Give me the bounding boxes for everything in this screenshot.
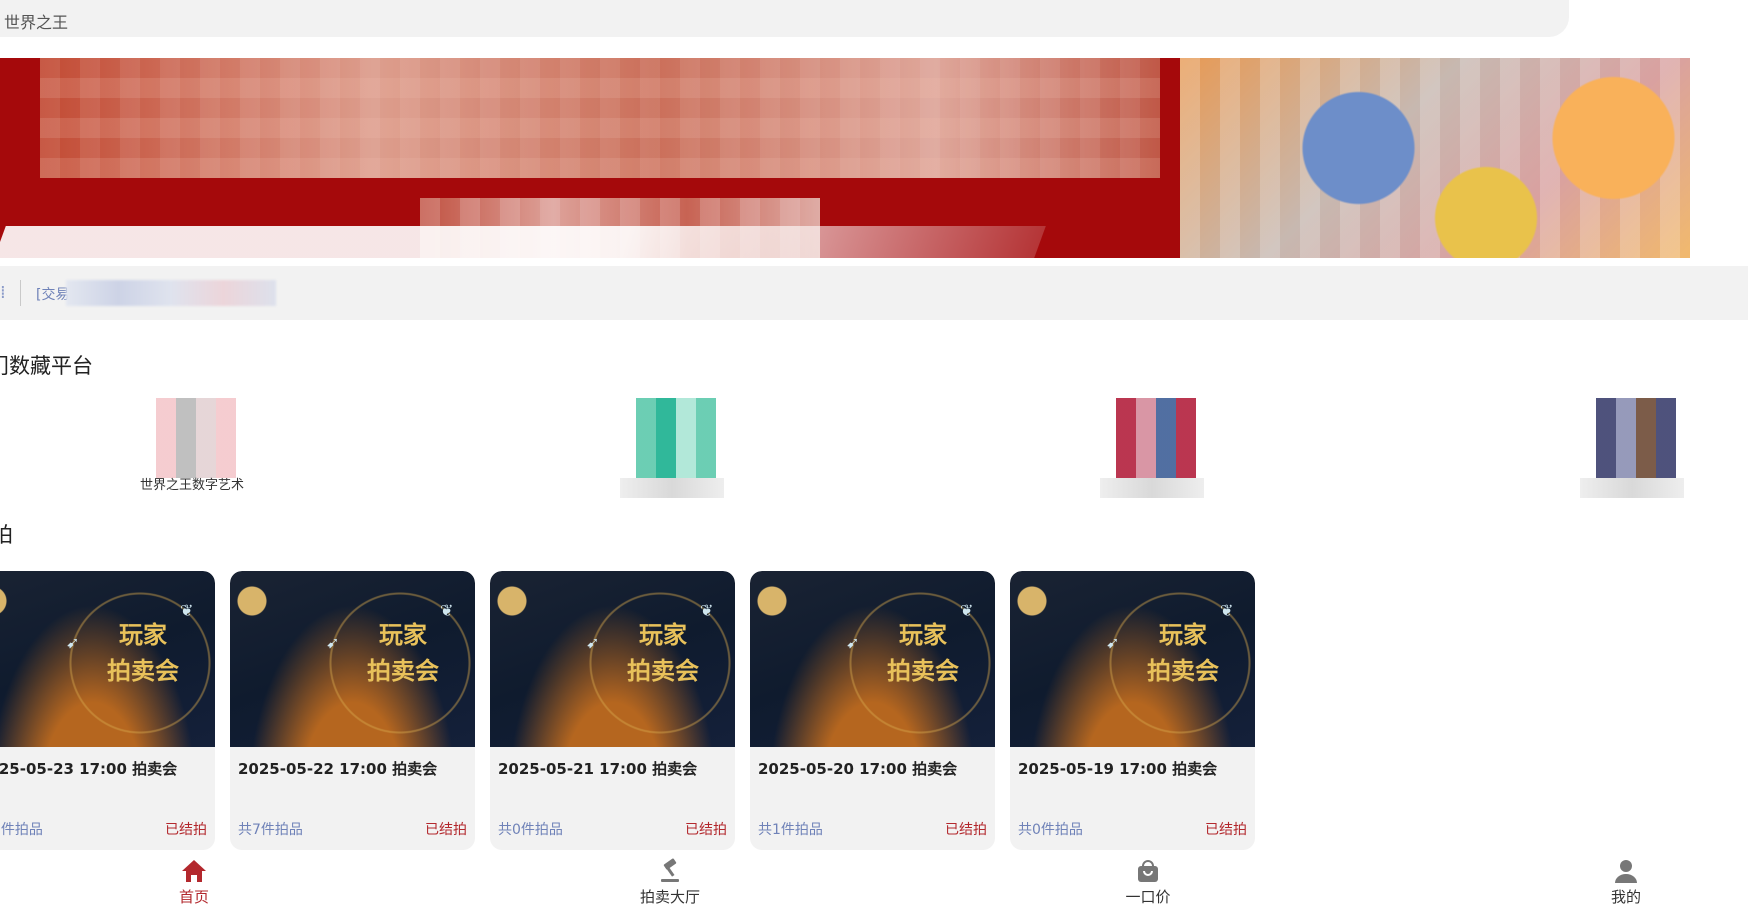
gavel-icon bbox=[656, 858, 684, 884]
poster-title: 玩家 拍卖会 bbox=[88, 617, 198, 689]
platform-name-redacted bbox=[1100, 478, 1204, 498]
auction-card[interactable]: ➹❦玩家拍卖会2025-05-23 17:00 拍卖会共0件拍品已结拍 bbox=[0, 571, 215, 850]
notice-redacted-text bbox=[66, 280, 276, 306]
auction-date: 2025-05-23 17:00 拍卖会 bbox=[0, 760, 178, 778]
auction-date: 2025-05-21 17:00 拍卖会 bbox=[498, 760, 698, 778]
nav-item-1[interactable]: 首页 bbox=[154, 858, 234, 907]
poster-title-line2: 拍卖会 bbox=[107, 656, 179, 685]
notice-bar[interactable]: ⁞ [交易 bbox=[0, 266, 1748, 320]
auction-date: 2025-05-20 17:00 拍卖会 bbox=[758, 760, 958, 778]
auction-item-count: 共0件拍品 bbox=[1018, 822, 1083, 838]
promo-banner[interactable] bbox=[0, 58, 1690, 258]
platform-name-redacted bbox=[1580, 478, 1684, 498]
nav-label: 首页 bbox=[178, 888, 209, 906]
poster-title-line2: 拍卖会 bbox=[887, 656, 959, 685]
auction-card[interactable]: ➹ ❦ 玩家 拍卖会 2025-05-21 17:00 拍卖会 共0件拍品 已结拍 bbox=[490, 571, 735, 850]
auctions-section-title: 拍 bbox=[0, 523, 13, 547]
user-icon bbox=[1612, 858, 1640, 884]
auction-item-count: 共7件拍品 bbox=[238, 822, 303, 838]
platform-item[interactable] bbox=[620, 398, 724, 502]
announcement-icon: ⁞ bbox=[0, 282, 6, 303]
auction-card[interactable]: ➹ ❦ 玩家 拍卖会 2025-05-20 17:00 拍卖会 共1件拍品 已结拍 bbox=[750, 571, 995, 850]
bird-decoration-icon: ➹ bbox=[586, 633, 600, 652]
nav-item-2[interactable]: 拍卖大厅 bbox=[630, 858, 710, 907]
poster-title-line2: 拍卖会 bbox=[367, 656, 439, 685]
platform-logo bbox=[636, 398, 716, 478]
poster-title-line1: 玩家 bbox=[639, 620, 687, 649]
auction-item-count: 共1件拍品 bbox=[758, 822, 823, 838]
auction-card[interactable]: ➹ ❦ 玩家 拍卖会 2025-05-19 17:00 拍卖会 共0件拍品 已结拍 bbox=[1010, 571, 1255, 850]
platform-item[interactable] bbox=[1100, 398, 1204, 502]
shopping-bag-icon bbox=[1134, 858, 1162, 884]
notice-text: [交易 bbox=[36, 287, 70, 303]
auction-status-badge: 已结拍 bbox=[685, 822, 727, 838]
bird-decoration-icon: ➹ bbox=[1106, 633, 1120, 652]
poster-title-line2: 拍卖会 bbox=[627, 656, 699, 685]
auction-date: 2025-05-22 17:00 拍卖会 bbox=[238, 760, 438, 778]
poster-title: 玩家 拍卖会 bbox=[608, 617, 718, 689]
banner-title-graphic bbox=[40, 58, 1160, 178]
poster-title-line1: 玩家 bbox=[899, 620, 947, 649]
search-bar[interactable]: 世界之王 bbox=[0, 0, 1569, 37]
auction-status-badge: 已结拍 bbox=[425, 822, 467, 838]
nav-item-4[interactable]: 我的 bbox=[1586, 858, 1666, 907]
auction-status-badge: 已结拍 bbox=[945, 822, 987, 838]
platform-item[interactable] bbox=[1580, 398, 1684, 502]
nav-item-3[interactable]: 一口价 bbox=[1108, 858, 1188, 907]
poster-title-line2: 拍卖会 bbox=[1147, 656, 1219, 685]
platform-item[interactable]: 世界之王数字艺术 bbox=[140, 398, 244, 502]
auction-date: 2025-05-19 17:00 拍卖会 bbox=[1018, 760, 1218, 778]
platforms-section-title: 门数藏平台 bbox=[0, 354, 93, 378]
banner-swoosh bbox=[0, 226, 1046, 258]
search-text: 世界之王 bbox=[4, 13, 69, 32]
platform-logo bbox=[156, 398, 236, 478]
auction-status-badge: 已结拍 bbox=[165, 822, 207, 838]
platform-name-redacted bbox=[620, 478, 724, 498]
nav-label: 一口价 bbox=[1125, 888, 1171, 906]
bird-decoration-icon: ➹ bbox=[66, 633, 80, 652]
poster-title-line1: 玩家 bbox=[1159, 620, 1207, 649]
bird-decoration-icon: ➹ bbox=[846, 633, 860, 652]
auction-card[interactable]: ➹ ❦ 玩家 拍卖会 2025-05-22 17:00 拍卖会 共7件拍品 已结拍 bbox=[230, 571, 475, 850]
banner-artwork bbox=[1180, 58, 1690, 258]
platform-logo bbox=[1116, 398, 1196, 478]
poster-title-line1: 玩家 bbox=[379, 620, 427, 649]
notice-divider bbox=[20, 280, 21, 306]
nav-label: 拍卖大厅 bbox=[639, 888, 700, 906]
poster-title: 玩家 拍卖会 bbox=[868, 617, 978, 689]
auction-item-count: 共0件拍品 bbox=[0, 822, 43, 838]
platform-name: 世界之王数字艺术 bbox=[140, 478, 245, 493]
auction-item-count: 共0件拍品 bbox=[498, 822, 563, 838]
poster-title: 玩家 拍卖会 bbox=[1128, 617, 1238, 689]
poster-title: 玩家 拍卖会 bbox=[348, 617, 458, 689]
auction-status-badge: 已结拍 bbox=[1205, 822, 1247, 838]
poster-title-line1: 玩家 bbox=[119, 620, 167, 649]
nav-label: 我的 bbox=[1610, 888, 1641, 906]
platform-logo bbox=[1596, 398, 1676, 478]
home-icon bbox=[180, 858, 208, 884]
bird-decoration-icon: ➹ bbox=[326, 633, 340, 652]
